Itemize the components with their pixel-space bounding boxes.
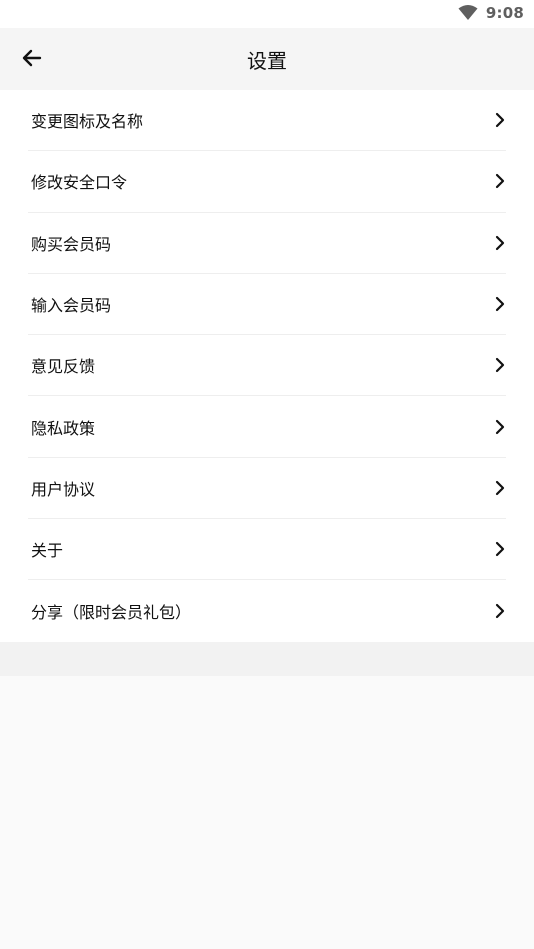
chevron-right-icon: [495, 358, 505, 373]
menu-item-change-password[interactable]: 修改安全口令: [28, 151, 506, 213]
menu-item-label: 用户协议: [31, 479, 96, 499]
menu-item-label: 隐私政策: [31, 418, 96, 438]
chevron-right-icon: [495, 296, 505, 312]
chevron-right-icon: [495, 113, 505, 128]
chevron-right-icon: [495, 542, 505, 557]
chevron-right-icon: [495, 480, 505, 496]
menu-item-privacy-policy[interactable]: 隐私政策: [28, 396, 506, 458]
chevron-right-icon: [495, 174, 505, 189]
app-header: 设置: [0, 28, 534, 90]
arrow-left-icon: [22, 49, 42, 67]
menu-item-feedback[interactable]: 意见反馈: [28, 335, 506, 397]
menu-item-change-icon-name[interactable]: 变更图标及名称: [28, 90, 506, 152]
menu-item-enter-member-code[interactable]: 输入会员码: [28, 274, 506, 336]
back-button[interactable]: [20, 46, 44, 70]
status-bar: 9:08: [0, 0, 534, 28]
wifi-icon: [458, 5, 478, 20]
chevron-right-icon: [495, 235, 505, 250]
page-title: 设置: [247, 48, 287, 73]
menu-item-label: 意见反馈: [31, 357, 96, 377]
chevron-right-icon: [495, 603, 505, 619]
menu-item-buy-member-code[interactable]: 购买会员码: [28, 213, 506, 274]
settings-list: 变更图标及名称 修改安全口令 购买会员码 输入会员码 意见反馈 隐私政策 用户协…: [0, 90, 534, 642]
status-time: 9:08: [485, 4, 524, 22]
menu-item-label: 分享（限时会员礼包）: [31, 603, 192, 623]
menu-item-label: 变更图标及名称: [31, 112, 144, 132]
section-gap: [0, 641, 534, 676]
menu-item-label: 修改安全口令: [31, 173, 128, 193]
menu-item-label: 购买会员码: [31, 234, 112, 254]
menu-item-about[interactable]: 关于: [28, 519, 506, 581]
menu-item-label: 关于: [31, 541, 64, 561]
menu-item-label: 输入会员码: [31, 296, 112, 316]
chevron-right-icon: [495, 419, 505, 434]
menu-item-user-agreement[interactable]: 用户协议: [28, 458, 506, 520]
status-right: 9:08: [458, 4, 524, 22]
menu-item-share[interactable]: 分享（限时会员礼包）: [28, 580, 506, 641]
